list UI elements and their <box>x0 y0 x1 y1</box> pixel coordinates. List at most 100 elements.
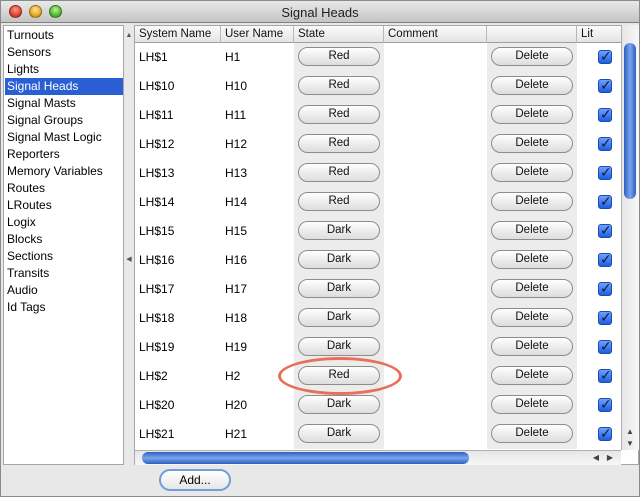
horizontal-scroll-thumb[interactable] <box>142 452 469 464</box>
lit-checkbox[interactable]: ✓ <box>598 425 612 441</box>
system-name-cell[interactable]: LH$21 <box>139 420 174 449</box>
scroll-right-arrow-icon[interactable]: ▶ <box>603 451 617 464</box>
system-name-cell[interactable]: LH$12 <box>139 130 174 159</box>
state-button[interactable]: Red <box>298 76 380 95</box>
system-name-cell[interactable]: LH$15 <box>139 217 174 246</box>
user-name-cell[interactable]: H18 <box>225 304 247 333</box>
user-name-cell[interactable]: H12 <box>225 130 247 159</box>
sidebar-item-routes[interactable]: Routes <box>5 180 123 197</box>
user-name-cell[interactable]: H1 <box>225 43 240 72</box>
delete-button[interactable]: Delete <box>491 221 573 240</box>
system-name-cell[interactable]: LH$14 <box>139 188 174 217</box>
delete-button[interactable]: Delete <box>491 47 573 66</box>
column-header-actions[interactable] <box>487 26 577 43</box>
title-bar[interactable]: Signal Heads <box>1 1 639 23</box>
delete-button[interactable]: Delete <box>491 105 573 124</box>
user-name-cell[interactable]: H11 <box>225 101 246 130</box>
split-pane-divider[interactable]: ▲ ◀ <box>124 25 134 465</box>
sidebar-item-sensors[interactable]: Sensors <box>5 44 123 61</box>
state-button[interactable]: Red <box>298 105 380 124</box>
lit-checkbox[interactable]: ✓ <box>598 193 612 209</box>
state-button[interactable]: Red <box>298 192 380 211</box>
lit-checkbox[interactable]: ✓ <box>598 367 612 383</box>
column-header-comment[interactable]: Comment <box>384 26 487 43</box>
delete-button[interactable]: Delete <box>491 395 573 414</box>
scroll-up-arrow-icon[interactable]: ▲ <box>622 426 638 438</box>
lit-checkbox[interactable]: ✓ <box>598 396 612 412</box>
sidebar-item-sections[interactable]: Sections <box>5 248 123 265</box>
state-button[interactable]: Dark <box>298 250 380 269</box>
sidebar-item-signal-heads[interactable]: Signal Heads <box>5 78 123 95</box>
system-name-cell[interactable]: LH$1 <box>139 43 168 72</box>
state-button[interactable]: Red <box>298 47 380 66</box>
sidebar-item-logix[interactable]: Logix <box>5 214 123 231</box>
lit-checkbox[interactable]: ✓ <box>598 309 612 325</box>
user-name-cell[interactable]: H21 <box>225 420 247 449</box>
system-name-cell[interactable]: LH$11 <box>139 101 173 130</box>
sidebar-item-lroutes[interactable]: LRoutes <box>5 197 123 214</box>
delete-button[interactable]: Delete <box>491 134 573 153</box>
delete-button[interactable]: Delete <box>491 163 573 182</box>
sidebar-item-signal-masts[interactable]: Signal Masts <box>5 95 123 112</box>
system-name-cell[interactable]: LH$19 <box>139 333 174 362</box>
system-name-cell[interactable]: LH$10 <box>139 72 174 101</box>
user-name-cell[interactable]: H2 <box>225 362 240 391</box>
state-button[interactable]: Red <box>298 134 380 153</box>
scroll-left-arrow-icon[interactable]: ◀ <box>589 451 603 464</box>
column-header-user-name[interactable]: User Name <box>221 26 294 43</box>
column-header-state[interactable]: State <box>294 26 384 43</box>
system-name-cell[interactable]: LH$17 <box>139 275 174 304</box>
delete-button[interactable]: Delete <box>491 366 573 385</box>
sidebar-item-audio[interactable]: Audio <box>5 282 123 299</box>
user-name-cell[interactable]: H10 <box>225 72 247 101</box>
user-name-cell[interactable]: H17 <box>225 275 247 304</box>
system-name-cell[interactable]: LH$18 <box>139 304 174 333</box>
state-button[interactable]: Dark <box>298 395 380 414</box>
state-button[interactable]: Red <box>298 163 380 182</box>
delete-button[interactable]: Delete <box>491 308 573 327</box>
system-name-cell[interactable]: LH$20 <box>139 391 174 420</box>
column-header-system-name[interactable]: System Name <box>135 26 221 43</box>
user-name-cell[interactable]: H15 <box>225 217 247 246</box>
user-name-cell[interactable]: H16 <box>225 246 247 275</box>
sidebar-item-lights[interactable]: Lights <box>5 61 123 78</box>
collapse-up-icon[interactable]: ▲ <box>125 32 133 40</box>
vertical-scroll-thumb[interactable] <box>624 43 636 199</box>
user-name-cell[interactable]: H19 <box>225 333 247 362</box>
state-button[interactable]: Dark <box>298 279 380 298</box>
sidebar-item-signal-mast-logic[interactable]: Signal Mast Logic <box>5 129 123 146</box>
collapse-left-icon[interactable]: ◀ <box>125 256 133 264</box>
add-button[interactable]: Add... <box>159 469 231 491</box>
lit-checkbox[interactable]: ✓ <box>598 222 612 238</box>
state-button[interactable]: Dark <box>298 424 380 443</box>
delete-button[interactable]: Delete <box>491 279 573 298</box>
sidebar-item-turnouts[interactable]: Turnouts <box>5 27 123 44</box>
user-name-cell[interactable]: H20 <box>225 391 247 420</box>
scroll-down-arrow-icon[interactable]: ▼ <box>622 438 638 450</box>
sidebar-item-transits[interactable]: Transits <box>5 265 123 282</box>
lit-checkbox[interactable]: ✓ <box>598 251 612 267</box>
lit-checkbox[interactable]: ✓ <box>598 135 612 151</box>
lit-checkbox[interactable]: ✓ <box>598 106 612 122</box>
state-button[interactable]: Dark <box>298 221 380 240</box>
delete-button[interactable]: Delete <box>491 192 573 211</box>
column-header-lit[interactable]: Lit <box>577 26 621 43</box>
lit-checkbox[interactable]: ✓ <box>598 77 612 93</box>
delete-button[interactable]: Delete <box>491 250 573 269</box>
lit-checkbox[interactable]: ✓ <box>598 280 612 296</box>
system-name-cell[interactable]: LH$13 <box>139 159 174 188</box>
lit-checkbox[interactable]: ✓ <box>598 164 612 180</box>
state-button[interactable]: Dark <box>298 337 380 356</box>
delete-button[interactable]: Delete <box>491 424 573 443</box>
sidebar-item-blocks[interactable]: Blocks <box>5 231 123 248</box>
system-name-cell[interactable]: LH$2 <box>139 362 168 391</box>
sidebar-item-signal-groups[interactable]: Signal Groups <box>5 112 123 129</box>
system-name-cell[interactable]: LH$16 <box>139 246 174 275</box>
delete-button[interactable]: Delete <box>491 337 573 356</box>
sidebar-item-id-tags[interactable]: Id Tags <box>5 299 123 316</box>
sidebar-item-memory-variables[interactable]: Memory Variables <box>5 163 123 180</box>
state-button[interactable]: Dark <box>298 308 380 327</box>
user-name-cell[interactable]: H14 <box>225 188 247 217</box>
delete-button[interactable]: Delete <box>491 76 573 95</box>
user-name-cell[interactable]: H13 <box>225 159 247 188</box>
